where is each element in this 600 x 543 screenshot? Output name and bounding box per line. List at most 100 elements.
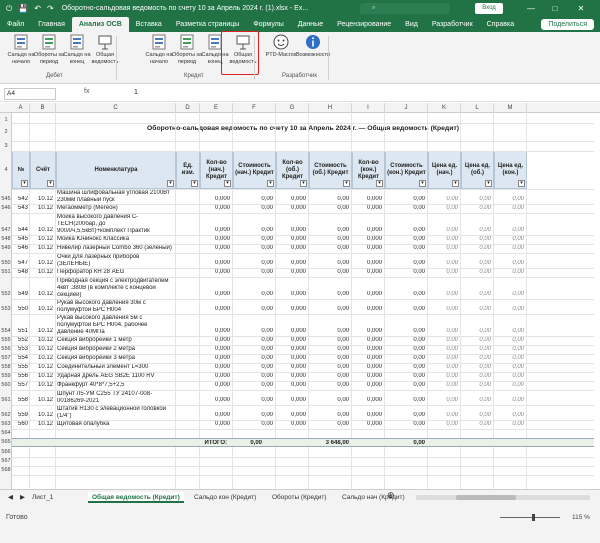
tab-0[interactable]: Файл — [0, 17, 31, 32]
table-row[interactable]: 560 10.12 Щитовая опалубка 0,000 0,00 0,000 0,… — [12, 420, 594, 429]
row-number[interactable]: 548 — [0, 236, 12, 242]
row-number[interactable]: 557 — [0, 355, 12, 361]
filter-dropdown-icon[interactable]: ▾ — [47, 180, 54, 187]
row-number[interactable]: 553 — [0, 306, 12, 312]
column-header-B[interactable]: B — [30, 103, 56, 113]
filter-dropdown-icon[interactable]: ▾ — [267, 180, 274, 187]
row-number[interactable]: 558 — [0, 364, 12, 370]
zoom-slider-knob[interactable] — [532, 514, 535, 521]
column-header-L[interactable]: L — [461, 103, 494, 113]
column-header-D[interactable]: D — [176, 103, 200, 113]
tab-7[interactable]: Рецензирование — [330, 17, 398, 32]
table-row[interactable]: 558 10.12 Шпунт Л5-УМ С255 ТУ 24107-008- 00… — [12, 390, 594, 405]
table-row[interactable]: 551 10.12 Рукав высокого давления 5м с полу… — [12, 314, 594, 336]
table-row[interactable]: 556 10.12 Ударная дрель AEG SB2E 1100 RV 0,… — [12, 372, 594, 381]
table-row[interactable]: 544 10.12 Мойка высокого давления С- TECH(2… — [12, 213, 594, 235]
row-number[interactable]: 547 — [0, 227, 12, 233]
save-icon[interactable]: 💾 — [18, 4, 28, 14]
tab-1[interactable]: Главная — [31, 17, 72, 32]
table-header-12[interactable]: Цена ед. (кон.) ▾ — [494, 151, 527, 189]
table-row[interactable]: 555 10.12 Соединительный элемент L=300 0,00… — [12, 363, 594, 372]
table-header-8[interactable]: Кол-во (кон.) Кредит ▾ — [352, 151, 385, 189]
table-header-0[interactable]: № ▾ — [12, 151, 30, 189]
sheet-tab-3[interactable]: Обороты (Кредит) — [268, 492, 331, 503]
zoom-slider[interactable] — [500, 517, 560, 518]
table-header-4[interactable]: Кол-во (нач.) Кредит ▾ — [200, 151, 233, 189]
row-number[interactable]: 2 — [0, 129, 12, 135]
column-header-E[interactable]: E — [200, 103, 233, 113]
row-number[interactable]: 566 — [0, 449, 12, 455]
column-header-G[interactable]: G — [276, 103, 309, 113]
table-row[interactable]: 545 10.12 Мойка Юнинокс Классика 0,000 0,00 0… — [12, 235, 594, 244]
maximize-button[interactable]: □ — [546, 0, 564, 17]
table-row[interactable]: 549 10.12 Приводная секция с электродвигат… — [12, 277, 594, 299]
filter-dropdown-icon[interactable]: ▾ — [21, 180, 28, 187]
row-number[interactable]: 545 — [0, 196, 12, 202]
row-number[interactable]: 559 — [0, 373, 12, 379]
table-row[interactable]: 557 10.12 Франкфурт 40*8*7,5+2,5 0,000 0,00 0… — [12, 381, 594, 390]
row-number[interactable]: 546 — [0, 205, 12, 211]
row-number[interactable]: 550 — [0, 260, 12, 266]
column-header-F[interactable]: F — [233, 103, 276, 113]
zoom-level[interactable]: 115 % — [572, 514, 590, 521]
tab-8[interactable]: Вид — [398, 17, 425, 32]
column-header-J[interactable]: J — [385, 103, 428, 113]
tab-6[interactable]: Данные — [291, 17, 330, 32]
row-number[interactable]: 563 — [0, 421, 12, 427]
filter-dropdown-icon[interactable]: ▾ — [343, 180, 350, 187]
tab-10[interactable]: Справка — [480, 17, 521, 32]
table-row[interactable]: 559 10.12 Штатив Н130 с элевационной голов… — [12, 405, 594, 420]
table-row[interactable]: 542 10.12 Машина шлифовальная угловая 2100… — [12, 189, 594, 204]
row-number[interactable]: 554 — [0, 328, 12, 334]
sheet-tab-2[interactable]: Сальдо кон (Кредит) — [190, 492, 260, 503]
row-number[interactable]: 3 — [0, 143, 12, 149]
undo-icon[interactable]: ↶ — [34, 4, 41, 14]
filter-dropdown-icon[interactable]: ▾ — [376, 180, 383, 187]
row-number[interactable]: 1 — [0, 117, 12, 123]
table-header-9[interactable]: Стоимость (кон.) Кредит ▾ — [385, 151, 428, 189]
table-header-1[interactable]: Счёт ▾ — [30, 151, 56, 189]
filter-dropdown-icon[interactable]: ▾ — [300, 180, 307, 187]
table-header-2[interactable]: Номенклатура ▾ — [56, 151, 176, 189]
tab-4[interactable]: Разметка страницы — [169, 17, 247, 32]
column-header-I[interactable]: I — [352, 103, 385, 113]
column-header-C[interactable]: C — [56, 103, 176, 113]
filter-dropdown-icon[interactable]: ▾ — [167, 180, 174, 187]
table-header-7[interactable]: Стоимость (об.) Кредит ▾ — [309, 151, 352, 189]
worksheet-grid[interactable]: Оборотно-сальдовая ведомость по счету 10… — [12, 113, 594, 489]
name-box[interactable]: A4 — [4, 88, 56, 100]
horizontal-scrollbar[interactable] — [416, 495, 590, 500]
filter-dropdown-icon[interactable]: ▾ — [419, 180, 426, 187]
sheet-tab-4[interactable]: Сальдо нач (Кредит) — [338, 492, 409, 503]
share-button[interactable]: Поделиться — [541, 19, 594, 30]
search-box[interactable]: ⌕ — [360, 3, 450, 14]
filter-dropdown-icon[interactable]: ▾ — [224, 180, 231, 187]
formula-input[interactable]: 1 — [134, 89, 138, 96]
row-number[interactable]: 560 — [0, 382, 12, 388]
table-header-5[interactable]: Стоимость (нач.) Кредит ▾ — [233, 151, 276, 189]
table-row[interactable]: 546 10.12 Нивелир лазерный Combo 360 (зеле… — [12, 244, 594, 253]
tab-9[interactable]: Разработчик — [425, 17, 480, 32]
table-row[interactable]: 552 10.12 Секция виброрейки 1 метр 0,000 0,0… — [12, 336, 594, 345]
column-header-K[interactable]: K — [428, 103, 461, 113]
minimize-button[interactable]: — — [522, 0, 540, 17]
general-statement-debit-button[interactable]: Общая ведомость — [86, 34, 124, 65]
row-number[interactable]: 568 — [0, 467, 12, 473]
row-number[interactable]: 561 — [0, 397, 12, 403]
row-number[interactable]: 562 — [0, 412, 12, 418]
filter-dropdown-icon[interactable]: ▾ — [518, 180, 525, 187]
tab-3[interactable]: Вставка — [129, 17, 169, 32]
autosave-icon[interactable]: ⏻ — [6, 4, 12, 14]
table-header-11[interactable]: Цена ед. (об.) ▾ — [461, 151, 494, 189]
table-row[interactable]: 553 10.12 Секция виброрейки 2 метра 0,000 0,… — [12, 345, 594, 354]
sheet-tab-1[interactable]: Общая ведомость (Кредит) — [88, 492, 184, 503]
fx-icon[interactable]: fx — [84, 88, 89, 95]
redo-icon[interactable]: ↷ — [47, 4, 54, 14]
filter-dropdown-icon[interactable]: ▾ — [452, 180, 459, 187]
column-header-A[interactable]: A — [12, 103, 30, 113]
row-number[interactable]: 564 — [0, 430, 12, 436]
column-header-M[interactable]: M — [494, 103, 527, 113]
row-number[interactable]: 552 — [0, 291, 12, 297]
general-statement-credit-button[interactable]: Общая ведомость — [224, 34, 262, 65]
close-button[interactable]: ✕ — [572, 0, 590, 17]
